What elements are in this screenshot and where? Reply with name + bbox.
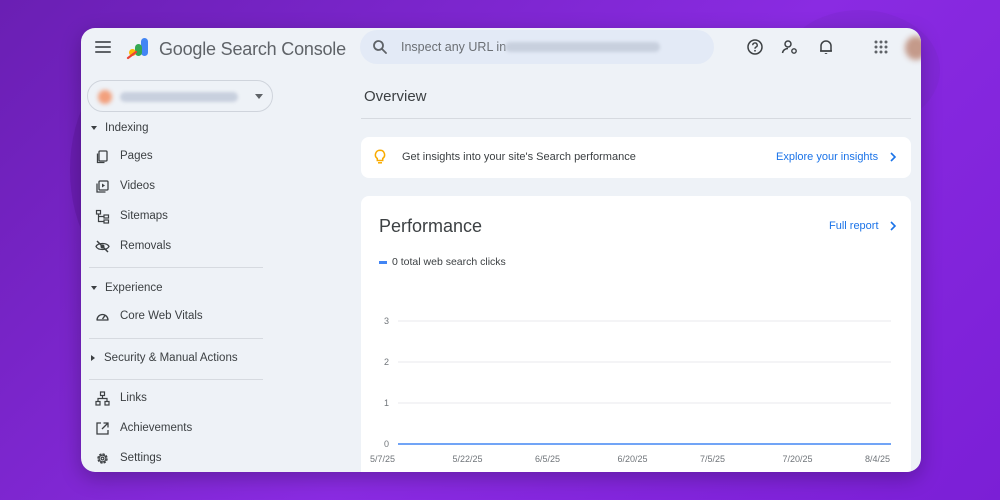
blurred-property-url xyxy=(120,92,238,102)
chevron-down-icon xyxy=(255,94,263,99)
title-divider xyxy=(361,118,911,119)
speedometer-icon xyxy=(96,313,109,321)
x-tick-label: 7/5/25 xyxy=(700,454,725,464)
insights-banner: Get insights into your site's Search per… xyxy=(361,137,911,178)
page-title: Overview xyxy=(364,88,427,105)
caret-right-icon xyxy=(91,354,95,361)
gear-icon xyxy=(97,453,108,464)
search-placeholder: Inspect any URL in xyxy=(401,40,507,54)
help-icon[interactable] xyxy=(746,38,764,56)
sidebar-divider xyxy=(89,338,263,339)
y-tick-label: 1 xyxy=(384,398,389,408)
caret-down-icon xyxy=(91,125,97,130)
x-tick-label: 5/22/25 xyxy=(453,454,483,464)
lightbulb-icon xyxy=(374,149,386,164)
legend-series-swatch xyxy=(379,261,387,264)
visibility-off-icon xyxy=(95,240,110,253)
property-selector[interactable] xyxy=(87,80,273,112)
performance-card: Performance Full report 0 total web sear… xyxy=(361,196,911,472)
property-favicon xyxy=(98,90,112,104)
app-window: Google Search Console Inspect any URL in xyxy=(81,28,921,472)
apps-grid-icon[interactable] xyxy=(872,38,890,56)
x-tick-label: 8/4/25 xyxy=(865,454,890,464)
sidebar-divider xyxy=(89,379,263,380)
nav-section-indexing[interactable]: Indexing xyxy=(91,122,148,134)
links-hierarchy-icon xyxy=(95,391,110,406)
performance-title: Performance xyxy=(379,216,483,236)
search-console-logo xyxy=(126,38,148,60)
menu-icon[interactable] xyxy=(95,41,111,53)
legend-label[interactable]: 0 total web search clicks xyxy=(392,256,506,268)
chevron-right-icon[interactable] xyxy=(888,221,898,231)
full-report-link[interactable]: Full report xyxy=(829,220,879,232)
y-tick-label: 3 xyxy=(384,316,389,326)
notifications-bell-icon[interactable] xyxy=(817,38,835,56)
top-bar: Google Search Console Inspect any URL in xyxy=(81,28,921,68)
video-icon xyxy=(96,180,109,193)
insights-text: Get insights into your site's Search per… xyxy=(402,151,636,163)
open-external-icon xyxy=(96,422,109,435)
performance-chart: 0 1 2 3 5/7/25 5/22/25 6/5/25 6/20/25 7/5/25 7/20… xyxy=(370,316,891,464)
pages-icon xyxy=(96,150,108,164)
search-icon xyxy=(373,40,387,54)
sitemap-icon xyxy=(95,209,110,224)
sidebar-divider xyxy=(89,267,263,268)
chevron-right-icon[interactable] xyxy=(888,152,898,162)
nav-section-security-manual-actions[interactable]: Security & Manual Actions xyxy=(91,352,238,364)
x-tick-label: 5/7/25 xyxy=(370,454,395,464)
avatar[interactable] xyxy=(905,36,921,60)
app-name: Google Search Console xyxy=(159,39,346,59)
url-inspection-search[interactable]: Inspect any URL in xyxy=(360,30,714,64)
caret-down-icon xyxy=(91,285,97,290)
x-tick-label: 6/20/25 xyxy=(618,454,648,464)
x-tick-label: 7/20/25 xyxy=(783,454,813,464)
blurred-property-name xyxy=(505,42,660,52)
manage-users-icon[interactable] xyxy=(781,38,799,56)
explore-insights-link[interactable]: Explore your insights xyxy=(776,151,878,163)
nav-section-experience[interactable]: Experience xyxy=(91,282,163,294)
y-tick-label: 2 xyxy=(384,357,389,367)
x-tick-label: 6/5/25 xyxy=(535,454,560,464)
y-tick-label: 0 xyxy=(384,439,389,449)
